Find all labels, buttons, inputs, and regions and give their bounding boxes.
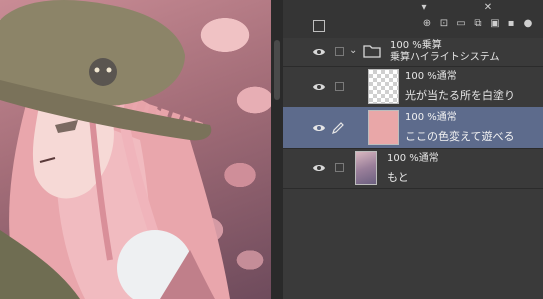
drawing-canvas[interactable] (0, 0, 271, 299)
layer-blend-mode: 100 %通常 (405, 71, 457, 82)
layer-panel: ▾ ⊕ ⊡ ▭ ⧉ ▣ ▪ ● ✕ ⌄ 100 %乗算 乗算ハイライトシステム … (283, 0, 543, 299)
delete-layer-icon[interactable]: ▣ (489, 18, 501, 30)
layer-mask-toggle-icon[interactable]: ● (522, 18, 534, 30)
layer-list-empty-area (283, 189, 543, 299)
visibility-eye-icon[interactable] (312, 45, 326, 59)
layer-folder-row[interactable]: ⌄ 100 %乗算 乗算ハイライトシステム (283, 38, 543, 67)
new-folder-icon[interactable]: ▭ (455, 18, 467, 30)
layer-lock-checkbox[interactable] (335, 82, 344, 91)
close-icon[interactable]: ✕ (482, 2, 494, 14)
layer-name: 乗算ハイライトシステム (390, 52, 500, 63)
layer-lock-checkbox[interactable] (335, 163, 344, 172)
layer-name: 光が当たる所を白塗り (405, 89, 515, 102)
scrollbar-thumb[interactable] (274, 40, 280, 100)
layer-thumbnail (368, 69, 399, 104)
artwork (0, 0, 231, 299)
new-raster-layer-icon[interactable] (313, 20, 325, 32)
new-layer-icon[interactable]: ⊕ (421, 18, 433, 30)
layer-blend-mode: 100 %通常 (387, 153, 439, 164)
folder-icon (363, 45, 381, 58)
visibility-eye-icon[interactable] (312, 161, 326, 175)
layer-name: ここの色変えて遊べる (405, 130, 515, 143)
layer-name: もと (387, 171, 409, 184)
layer-row[interactable]: 100 %通常 もと (283, 148, 543, 189)
chevron-down-icon[interactable]: ⌄ (349, 44, 357, 57)
layer-row[interactable]: 100 %通常 光が当たる所を白塗り (283, 66, 543, 108)
pen-editing-icon (332, 122, 344, 134)
layer-thumbnail-illustration (355, 151, 377, 185)
layer-thumbnail-color (368, 110, 399, 145)
duplicate-layer-icon[interactable]: ⧉ (472, 18, 484, 30)
visibility-eye-icon[interactable] (312, 121, 326, 135)
layer-blend-mode: 100 %通常 (405, 112, 457, 123)
layer-toolbar: ▾ ⊕ ⊡ ▭ ⧉ ▣ ▪ ● ✕ (283, 0, 543, 38)
new-vector-layer-icon[interactable]: ⊡ (438, 18, 450, 30)
mask-icon[interactable]: ▪ (505, 18, 517, 30)
visibility-eye-icon[interactable] (312, 80, 326, 94)
canvas-scrollbar[interactable] (271, 0, 283, 299)
layer-lock-checkbox[interactable] (335, 47, 344, 56)
layer-menu-icon[interactable]: ▾ (418, 2, 430, 14)
layer-row-selected[interactable]: 100 %通常 ここの色変えて遊べる (283, 107, 543, 149)
